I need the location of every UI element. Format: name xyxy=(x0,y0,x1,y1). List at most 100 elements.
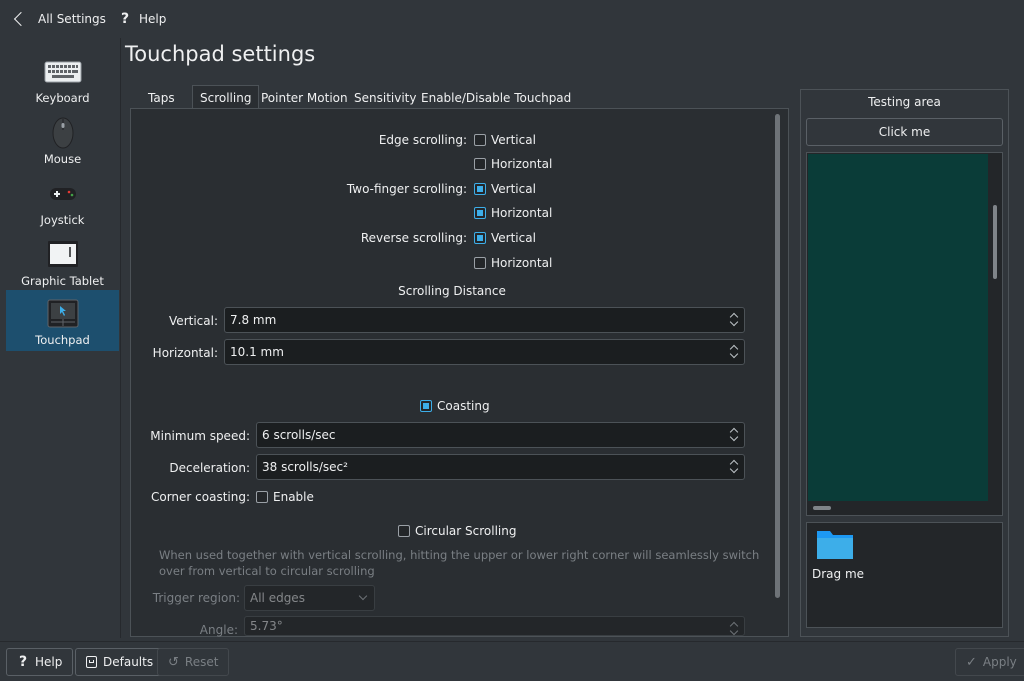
two-finger-vertical-label: Vertical xyxy=(491,182,536,196)
sidebar-item-label: Graphic Tablet xyxy=(21,274,104,288)
drag-me-label: Drag me xyxy=(812,567,865,581)
help-button[interactable]: ? Help xyxy=(6,648,74,676)
coasting-checkbox[interactable] xyxy=(420,400,432,412)
coasting-label: Coasting xyxy=(437,399,490,413)
sidebar-item-label: Keyboard xyxy=(35,91,90,105)
circular-description-line1: When used together with vertical scrolli… xyxy=(159,548,760,562)
spin-arrows-icon[interactable] xyxy=(730,428,738,442)
tab-label: Taps xyxy=(148,90,175,105)
click-me-label: Click me xyxy=(878,125,931,139)
defaults-button[interactable]: Defaults xyxy=(75,648,165,676)
sidebar-item-keyboard[interactable]: Keyboard xyxy=(6,48,119,109)
angle-value: 5.73° xyxy=(250,619,283,633)
help-icon: ? xyxy=(120,11,130,27)
sidebar-item-label: Touchpad xyxy=(35,333,90,347)
reverse-vertical-label: Vertical xyxy=(491,231,536,245)
reverse-vertical-checkbox[interactable] xyxy=(474,232,486,244)
distance-vertical-spinbox[interactable]: 7.8 mm xyxy=(224,307,745,333)
help-label: Help xyxy=(35,655,63,669)
help-icon: ? xyxy=(18,654,28,670)
corner-coasting-checkbox[interactable] xyxy=(256,491,268,503)
footer-separator xyxy=(0,641,1024,642)
min-speed-value: 6 scrolls/sec xyxy=(262,428,336,442)
chevron-down-icon xyxy=(358,591,368,601)
tab-label: Pointer Motion xyxy=(261,90,348,105)
sidebar-item-label: Joystick xyxy=(40,213,85,227)
test-scroll-view[interactable] xyxy=(806,152,1003,516)
drag-area: Drag me xyxy=(806,522,1003,628)
help-top-button[interactable]: ? Help xyxy=(119,0,166,38)
tab-enable-disable-touchpad[interactable]: Enable/Disable Touchpad xyxy=(413,85,579,109)
circular-scrolling-label: Circular Scrolling xyxy=(415,524,517,538)
circular-description-line2: over from vertical to circular scrolling xyxy=(159,564,375,578)
min-speed-spinbox[interactable]: 6 scrolls/sec xyxy=(256,422,745,448)
min-speed-label: Minimum speed: xyxy=(150,429,250,443)
touchpad-icon xyxy=(43,298,83,330)
keyboard-icon xyxy=(43,56,83,88)
angle-spinbox[interactable]: 5.73° xyxy=(244,616,745,636)
circular-scrolling-checkbox[interactable] xyxy=(398,525,410,537)
reverse-horizontal-label: Horizontal xyxy=(491,256,553,270)
two-finger-horizontal-checkbox[interactable] xyxy=(474,207,486,219)
tab-pointer-motion[interactable]: Pointer Motion xyxy=(253,85,356,109)
two-finger-scrolling-label: Two-finger scrolling: xyxy=(346,182,467,196)
spin-arrows-icon[interactable] xyxy=(730,622,738,636)
top-bar: All Settings ? Help xyxy=(0,0,1024,38)
trigger-region-value: All edges xyxy=(250,591,305,605)
distance-vertical-value: 7.8 mm xyxy=(230,313,277,327)
testing-area-title: Testing area xyxy=(868,95,941,109)
tablet-icon xyxy=(43,239,83,271)
all-settings-button[interactable]: All Settings xyxy=(12,0,106,38)
sidebar-item-touchpad[interactable]: Touchpad xyxy=(6,290,119,351)
back-chevron-icon xyxy=(13,11,29,27)
reverse-horizontal-checkbox[interactable] xyxy=(474,257,486,269)
sidebar-item-mouse[interactable]: Mouse xyxy=(6,109,119,170)
scrolling-distance-heading: Scrolling Distance xyxy=(398,284,506,298)
tab-taps[interactable]: Taps xyxy=(140,85,183,109)
sidebar-separator xyxy=(120,38,121,638)
spin-arrows-icon[interactable] xyxy=(730,345,738,359)
test-vertical-scrollbar[interactable] xyxy=(993,205,997,279)
angle-label: Angle: xyxy=(199,623,238,637)
defaults-label: Defaults xyxy=(103,655,154,669)
reset-label: Reset xyxy=(184,655,219,669)
folder-icon[interactable] xyxy=(816,528,854,563)
tab-label: Enable/Disable Touchpad xyxy=(421,90,572,105)
help-top-label: Help xyxy=(139,12,167,26)
page-title: Touchpad settings xyxy=(125,42,316,66)
edge-vertical-label: Vertical xyxy=(491,133,536,147)
tab-label: Sensitivity xyxy=(354,90,417,105)
tab-scrolling[interactable]: Scrolling xyxy=(192,85,260,109)
reset-button[interactable]: ↺ Reset xyxy=(157,648,230,676)
spin-arrows-icon[interactable] xyxy=(730,313,738,327)
panel-scrollbar[interactable] xyxy=(775,114,780,598)
deceleration-value: 38 scrolls/sec² xyxy=(262,460,348,474)
test-scroll-content xyxy=(808,154,988,501)
sidebar-item-label: Mouse xyxy=(43,152,82,166)
edge-vertical-checkbox[interactable] xyxy=(474,134,486,146)
defaults-icon xyxy=(86,656,97,668)
corner-coasting-label: Corner coasting: xyxy=(150,490,250,504)
edge-horizontal-label: Horizontal xyxy=(491,157,553,171)
edge-horizontal-checkbox[interactable] xyxy=(474,158,486,170)
corner-coasting-enable-label: Enable xyxy=(273,490,314,504)
click-me-button[interactable]: Click me xyxy=(806,118,1003,146)
trigger-region-select[interactable]: All edges xyxy=(244,585,375,611)
sidebar: Keyboard Mouse Joystick Graphic Tablet T… xyxy=(0,38,120,638)
distance-horizontal-spinbox[interactable]: 10.1 mm xyxy=(224,339,745,365)
gamepad-icon xyxy=(43,178,83,210)
apply-button[interactable]: ✓ Apply xyxy=(955,648,1024,676)
all-settings-label: All Settings xyxy=(38,12,106,26)
reset-icon: ↺ xyxy=(168,654,179,670)
two-finger-vertical-checkbox[interactable] xyxy=(474,183,486,195)
test-horizontal-scrollbar[interactable] xyxy=(813,506,831,510)
distance-horizontal-label: Horizontal: xyxy=(152,346,218,360)
two-finger-horizontal-label: Horizontal xyxy=(491,206,553,220)
spin-arrows-icon[interactable] xyxy=(730,460,738,474)
tab-label: Scrolling xyxy=(200,90,252,105)
deceleration-spinbox[interactable]: 38 scrolls/sec² xyxy=(256,454,745,480)
checkmark-icon: ✓ xyxy=(966,654,977,670)
sidebar-item-joystick[interactable]: Joystick xyxy=(6,170,119,231)
sidebar-item-graphic-tablet[interactable]: Graphic Tablet xyxy=(6,231,119,292)
mouse-icon xyxy=(43,117,83,149)
